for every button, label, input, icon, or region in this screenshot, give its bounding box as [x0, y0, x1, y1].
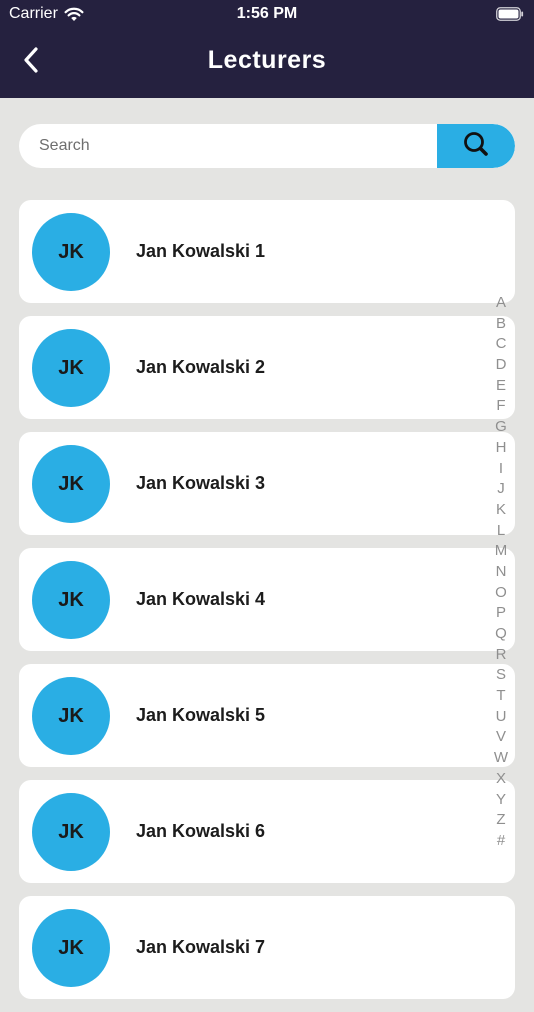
lecturer-name: Jan Kowalski 6: [136, 821, 266, 841]
battery-icon: [496, 7, 524, 21]
alphabet-index-letter[interactable]: T: [488, 686, 514, 707]
lecturer-card[interactable]: JK Jan Kowalski 3: [19, 432, 515, 535]
alphabet-index-letter[interactable]: C: [488, 334, 514, 355]
alphabet-index-letter[interactable]: S: [488, 665, 514, 686]
avatar: JK: [32, 677, 110, 755]
page-title: Lecturers: [207, 46, 327, 74]
lecturer-card[interactable]: JK Jan Kowalski 7: [19, 896, 515, 999]
lecturer-card[interactable]: JK Jan Kowalski 4: [19, 548, 515, 651]
lecturer-name: Jan Kowalski 1: [136, 241, 266, 261]
alphabet-index-letter[interactable]: M: [488, 541, 514, 562]
search-input[interactable]: [19, 124, 437, 168]
alphabet-index-letter[interactable]: H: [488, 438, 514, 459]
alphabet-index-letter[interactable]: Z: [488, 810, 514, 831]
lecturer-name: Jan Kowalski 7: [136, 937, 266, 957]
lecturer-card[interactable]: JK Jan Kowalski 1: [19, 200, 515, 303]
alphabet-index-letter[interactable]: G: [488, 417, 514, 438]
alphabet-index-letter[interactable]: D: [488, 355, 514, 376]
alphabet-index-letter[interactable]: Q: [488, 624, 514, 645]
lecturer-card[interactable]: JK Jan Kowalski 2: [19, 316, 515, 419]
avatar: JK: [32, 793, 110, 871]
alphabet-index-letter[interactable]: J: [488, 479, 514, 500]
alphabet-index-letter[interactable]: U: [488, 707, 514, 728]
alphabet-index-letter[interactable]: A: [488, 293, 514, 314]
status-time: 1:56 PM: [236, 5, 298, 22]
lecturer-list: JK Jan Kowalski 1 JK Jan Kowalski 2 JK J…: [19, 200, 515, 1012]
status-bar: Carrier 1:56 PM: [0, 0, 534, 30]
search-icon: [462, 130, 490, 163]
alphabet-index-letter[interactable]: #: [488, 831, 514, 852]
alphabet-index-letter[interactable]: Y: [488, 790, 514, 811]
alphabet-index: A B C D E F G H I J K L M N O P Q R S T U V W X Y Z #: [488, 293, 514, 852]
alphabet-index-letter[interactable]: N: [488, 562, 514, 583]
lecturer-name: Jan Kowalski 3: [136, 473, 266, 493]
avatar: JK: [32, 909, 110, 987]
alphabet-index-letter[interactable]: K: [488, 500, 514, 521]
search-button[interactable]: [437, 124, 515, 168]
alphabet-index-letter[interactable]: P: [488, 603, 514, 624]
alphabet-index-letter[interactable]: E: [488, 376, 514, 397]
lecturer-name: Jan Kowalski 4: [136, 589, 266, 609]
alphabet-index-letter[interactable]: I: [488, 459, 514, 480]
alphabet-index-letter[interactable]: R: [488, 645, 514, 666]
search-bar: [19, 124, 515, 168]
alphabet-index-letter[interactable]: V: [488, 727, 514, 748]
header: Carrier 1:56 PM Lecturers: [0, 0, 534, 98]
alphabet-index-letter[interactable]: F: [488, 396, 514, 417]
alphabet-index-letter[interactable]: O: [488, 583, 514, 604]
lecturer-card[interactable]: JK Jan Kowalski 6: [19, 780, 515, 883]
alphabet-index-letter[interactable]: B: [488, 314, 514, 335]
avatar: JK: [32, 329, 110, 407]
lecturer-card[interactable]: JK Jan Kowalski 5: [19, 664, 515, 767]
avatar: JK: [32, 445, 110, 523]
lecturer-name: Jan Kowalski 2: [136, 357, 266, 377]
avatar: JK: [32, 561, 110, 639]
avatar: JK: [32, 213, 110, 291]
alphabet-index-letter[interactable]: W: [488, 748, 514, 769]
lecturer-name: Jan Kowalski 5: [136, 705, 266, 725]
alphabet-index-letter[interactable]: X: [488, 769, 514, 790]
alphabet-index-letter[interactable]: L: [488, 521, 514, 542]
